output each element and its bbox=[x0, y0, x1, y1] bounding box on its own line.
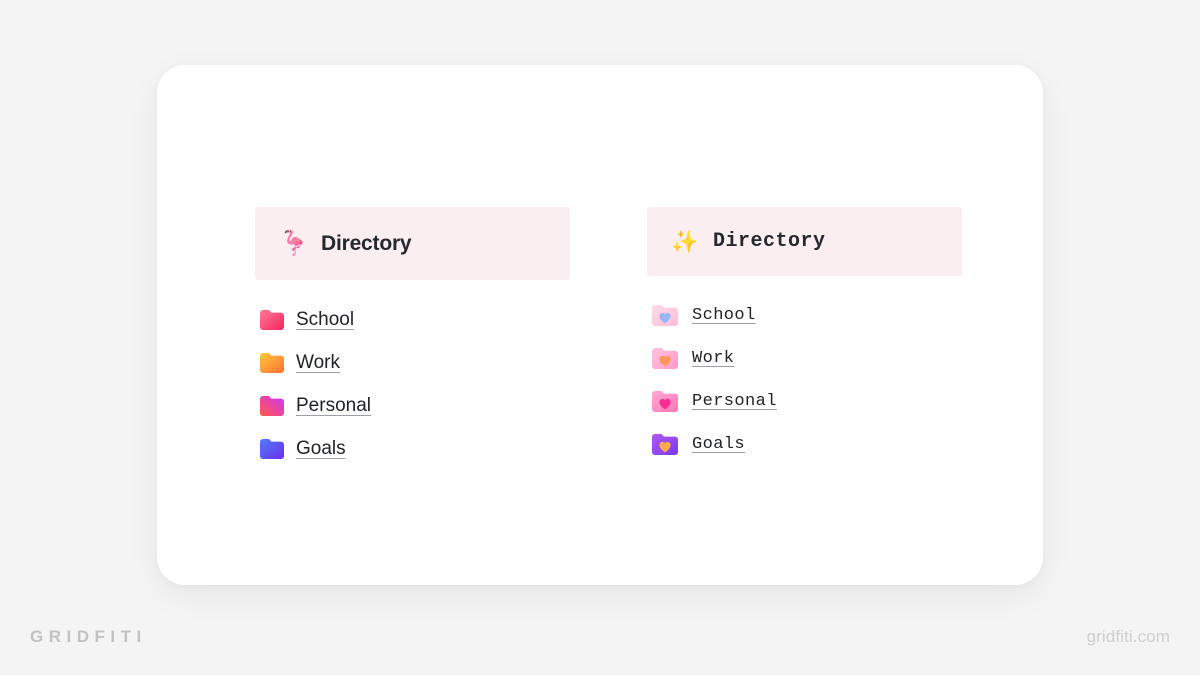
list-item[interactable]: Work bbox=[255, 341, 570, 384]
list-item[interactable]: Personal bbox=[255, 384, 570, 427]
gridfiti-website: gridfiti.com bbox=[1086, 627, 1170, 646]
directory-list-mono: School Work Personal Goals bbox=[647, 294, 962, 466]
directory-panel-mono: ✨ Directory School Work Personal Goals bbox=[647, 207, 962, 470]
list-item-label: Goals bbox=[692, 435, 746, 454]
list-item-label: School bbox=[692, 306, 756, 325]
heart-folder-icon-rose bbox=[652, 391, 678, 412]
panels-container: 🦩 Directory School Work Personal Goals ✨… bbox=[255, 207, 962, 470]
heart-folder-icon-purple bbox=[652, 434, 678, 455]
list-item[interactable]: School bbox=[255, 298, 570, 341]
panel-title: Directory bbox=[713, 230, 826, 253]
list-item-label: Work bbox=[296, 351, 340, 373]
gridfiti-wordmark: GRIDFITI bbox=[30, 627, 147, 646]
list-item-label: Goals bbox=[296, 437, 346, 459]
folder-icon-magenta bbox=[260, 395, 284, 416]
directory-panel-classic: 🦩 Directory School Work Personal Goals bbox=[255, 207, 570, 470]
panel-title: Directory bbox=[321, 231, 412, 255]
panel-header-classic: 🦩 Directory bbox=[255, 207, 570, 280]
folder-icon-blue bbox=[260, 438, 284, 459]
heart-folder-icon-pink bbox=[652, 348, 678, 369]
list-item[interactable]: School bbox=[647, 294, 962, 337]
heart-folder-icon-blush bbox=[652, 305, 678, 326]
preview-card: 🦩 Directory School Work Personal Goals ✨… bbox=[157, 65, 1043, 585]
list-item-label: Personal bbox=[296, 394, 371, 416]
list-item[interactable]: Goals bbox=[647, 423, 962, 466]
list-item-label: School bbox=[296, 308, 355, 330]
list-item-label: Personal bbox=[692, 392, 777, 411]
folder-icon-orange bbox=[260, 352, 284, 373]
flamingo-emoji: 🦩 bbox=[279, 229, 309, 257]
panel-header-mono: ✨ Directory bbox=[647, 207, 962, 276]
folder-icon-pink bbox=[260, 309, 284, 330]
list-item-label: Work bbox=[692, 349, 735, 368]
list-item[interactable]: Goals bbox=[255, 427, 570, 470]
sparkles-emoji: ✨ bbox=[671, 228, 699, 254]
list-item[interactable]: Personal bbox=[647, 380, 962, 423]
list-item[interactable]: Work bbox=[647, 337, 962, 380]
directory-list-classic: School Work Personal Goals bbox=[255, 298, 570, 470]
